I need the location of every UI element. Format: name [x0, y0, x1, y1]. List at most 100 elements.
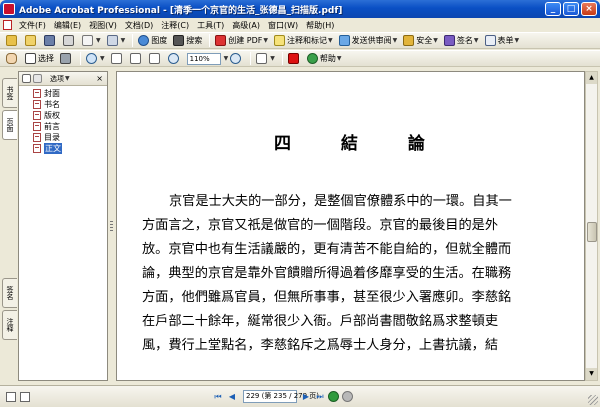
folder-icon [25, 35, 36, 46]
menu-document[interactable]: 文档(D) [121, 20, 157, 31]
bookmark-item-preface[interactable]: 前言 [19, 121, 107, 132]
zoom-in-button[interactable] [228, 52, 245, 66]
bookmark-label: 封面 [44, 89, 60, 98]
document-menu-icon[interactable] [3, 20, 12, 30]
create-pdf-label: 创建 PDF [228, 36, 263, 45]
bookmark-label: 前言 [44, 122, 60, 131]
fit-width-button[interactable] [147, 52, 164, 66]
document-view[interactable]: 四 結 論 京官是士大夫的一部分，是整個官僚體系中的一環。自其一 方面言之，京官… [116, 71, 585, 381]
tab-bookmarks[interactable]: 书签 [2, 78, 17, 108]
bookmark-item-title[interactable]: 书名 [19, 99, 107, 110]
zoom-tool-button[interactable]: ▼ [84, 52, 107, 66]
select-tool-button[interactable]: 选择 [23, 52, 56, 66]
tab-pages[interactable]: 页面 [2, 110, 17, 140]
chevron-down-icon: ▼ [328, 37, 333, 44]
menu-view[interactable]: 视图(V) [85, 20, 121, 31]
document-paragraph: 京官是士大夫的一部分，是整個官僚體系中的一環。自其一 方面言之，京官又祇是做官的… [142, 190, 578, 358]
hand-tool-button[interactable] [4, 52, 21, 66]
bookmark-page-icon [33, 144, 41, 153]
fit-page-button[interactable] [128, 52, 145, 66]
resize-grip[interactable] [588, 395, 598, 405]
window-controls: _ □ × [545, 2, 597, 16]
minus-circle-icon [167, 53, 179, 64]
help-icon [306, 53, 318, 64]
organizer-button[interactable]: 图度 [136, 34, 169, 48]
actual-size-button[interactable] [109, 52, 126, 66]
chevron-down-icon: ▼ [120, 37, 126, 44]
folder-open-icon [6, 35, 17, 46]
open-button[interactable] [4, 34, 21, 48]
bookmark-item-contents[interactable]: 目录 [19, 132, 107, 143]
panel-splitter[interactable] [108, 71, 116, 381]
bookmarks-header: 选项 ▼ × [19, 72, 107, 86]
security-button[interactable]: 安全 ▼ [401, 34, 440, 48]
last-page-button[interactable]: ⏭ [314, 391, 326, 403]
magnifier-icon [86, 53, 97, 64]
bookmark-options-icon[interactable] [22, 74, 31, 83]
snapshot-button[interactable] [58, 52, 75, 66]
menu-help[interactable]: 帮助(H) [302, 20, 338, 31]
bookmark-page-icon [33, 89, 41, 98]
zoom-input[interactable]: 110% [186, 52, 221, 65]
bookmark-item-cover[interactable]: 封面 [19, 88, 107, 99]
page-layout-icon[interactable] [6, 391, 16, 402]
vertical-scrollbar[interactable]: ▲ ▼ [585, 71, 598, 381]
form-icon [484, 35, 496, 46]
menu-comments[interactable]: 注释(C) [157, 20, 193, 31]
next-page-button[interactable]: ▶ [300, 391, 312, 403]
security-label: 安全 [416, 36, 433, 45]
adobe-logo-icon [287, 53, 299, 64]
close-button[interactable]: × [581, 2, 597, 16]
close-panel-button[interactable]: × [96, 74, 103, 83]
forms-label: 表单 [497, 36, 514, 45]
bookmark-label: 目录 [44, 133, 60, 142]
menu-advanced[interactable]: 高级(A) [228, 20, 264, 31]
chevron-down-icon: ▼ [263, 37, 269, 44]
maximize-button[interactable]: □ [563, 2, 579, 16]
search-button[interactable]: 搜索 [171, 34, 204, 48]
menu-file[interactable]: 文件(F) [15, 20, 50, 31]
page-icon [110, 53, 122, 64]
bookmark-item-body[interactable]: 正文 [19, 143, 107, 154]
first-page-button[interactable]: ⏮ [212, 391, 224, 403]
save-button[interactable] [42, 34, 59, 48]
chevron-down-icon: ▼ [514, 37, 520, 44]
options-menu[interactable]: 选项 [50, 74, 64, 84]
zoom-out-button[interactable] [166, 52, 183, 66]
menu-window[interactable]: 窗口(W) [264, 20, 302, 31]
create-button[interactable] [23, 34, 40, 48]
chevron-down-icon: ▼ [392, 37, 398, 44]
print-button[interactable] [61, 34, 78, 48]
acrobat-app-icon[interactable] [3, 3, 15, 15]
menu-tools[interactable]: 工具(T) [193, 20, 228, 31]
page-thumbnail-icon[interactable] [20, 391, 30, 402]
menu-edit[interactable]: 编辑(E) [50, 20, 85, 31]
email-button[interactable]: ▼ [80, 34, 103, 48]
bookmark-label: 书名 [44, 100, 60, 109]
sign-button[interactable]: 签名 ▼ [442, 34, 481, 48]
help-button[interactable]: 帮助 ▼ [305, 52, 344, 66]
create-pdf-button[interactable]: 创建 PDF ▼ [213, 34, 270, 48]
rotate-button[interactable]: ▼ [254, 52, 277, 66]
prev-page-button[interactable]: ◀ [226, 391, 238, 403]
adobe-online-button[interactable] [286, 52, 303, 66]
main-area: 书签 页面 签名 注释 选项 ▼ × 封面 书名 版权 前言 目录 正文 四 結… [0, 68, 600, 385]
minimize-button[interactable]: _ [545, 2, 561, 16]
page-number-input[interactable]: 229 (第 235 / 279 页) [243, 390, 319, 403]
title-bar: Adobe Acrobat Professional - [清季一个京官的生活_… [0, 0, 600, 18]
bookmark-item-copyright[interactable]: 版权 [19, 110, 107, 121]
previous-view-icon[interactable] [328, 391, 339, 402]
comment-markup-button[interactable]: 注释和标记 ▼ [272, 34, 335, 48]
scroll-up-icon[interactable]: ▲ [586, 72, 597, 84]
attach-button[interactable]: ▼ [105, 34, 128, 48]
toolbar-separator [209, 34, 211, 47]
tab-signatures[interactable]: 签名 [2, 278, 17, 308]
scroll-thumb[interactable] [587, 222, 597, 242]
delete-bookmark-icon[interactable] [33, 74, 42, 83]
send-review-button[interactable]: 发送供审阅 ▼ [337, 34, 400, 48]
scroll-down-icon[interactable]: ▼ [586, 368, 597, 380]
menu-bar: 文件(F) 编辑(E) 视图(V) 文档(D) 注释(C) 工具(T) 高级(A… [0, 18, 600, 32]
tab-comments[interactable]: 注释 [2, 310, 17, 340]
forms-button[interactable]: 表单 ▼ [483, 34, 522, 48]
next-view-icon[interactable] [342, 391, 353, 402]
